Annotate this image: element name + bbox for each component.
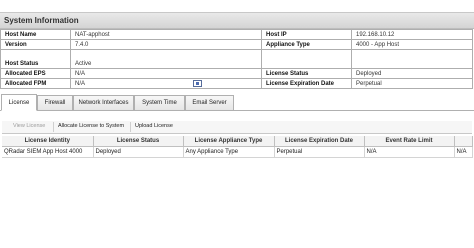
license-expiration-label: License Expiration Date bbox=[261, 78, 352, 89]
license-expiration-cell: Perpetual bbox=[274, 146, 365, 158]
event-rate-limit-cell: N/A bbox=[364, 146, 455, 158]
tab-email-server[interactable]: Email Server bbox=[185, 95, 234, 110]
info-row: Version 7.4.0 Appliance Type 4000 - App … bbox=[0, 39, 473, 50]
appliance-type-value: 4000 - App Host bbox=[351, 39, 473, 50]
license-status-value: Deployed bbox=[351, 68, 473, 79]
tab-system-time[interactable]: System Time bbox=[134, 95, 185, 110]
empty-label bbox=[261, 49, 352, 69]
empty-value bbox=[351, 49, 473, 69]
tab-bar: License Firewall Network Interfaces Syst… bbox=[0, 94, 474, 111]
column-license-status[interactable]: License Status bbox=[93, 136, 184, 147]
table-row[interactable]: QRadar SIEM App Host 4000 Deployed Any A… bbox=[2, 146, 473, 158]
version-label: Version bbox=[0, 39, 71, 50]
license-table: License Identity License Status License … bbox=[2, 136, 473, 158]
host-status-value: Active bbox=[70, 49, 262, 69]
toolbar-separator bbox=[53, 122, 54, 132]
edit-icon[interactable] bbox=[193, 79, 203, 87]
tab-network-interfaces[interactable]: Network Interfaces bbox=[73, 95, 134, 110]
system-info-table: Host Name NAT-apphost Host IP 192.168.10… bbox=[0, 29, 473, 89]
host-name-label: Host Name bbox=[0, 29, 71, 40]
view-license-button[interactable]: View License bbox=[13, 123, 45, 129]
overflow-cell: N/A bbox=[454, 146, 473, 158]
info-row: Allocated EPS N/A License Status Deploye… bbox=[0, 68, 473, 79]
tab-license[interactable]: License bbox=[1, 94, 37, 111]
allocate-license-button[interactable]: Allocate License to System bbox=[58, 123, 124, 129]
license-table-header: License Identity License Status License … bbox=[2, 136, 473, 147]
version-value: 7.4.0 bbox=[70, 39, 262, 50]
allocated-fpm-cell: N/A bbox=[70, 78, 262, 89]
host-name-value: NAT-apphost bbox=[70, 29, 262, 40]
panel-title: System Information bbox=[4, 16, 79, 25]
license-expiration-value: Perpetual bbox=[351, 78, 473, 89]
appliance-type-label: Appliance Type bbox=[261, 39, 352, 50]
license-status-cell: Deployed bbox=[93, 146, 184, 158]
allocated-fpm-label: Allocated FPM bbox=[0, 78, 71, 89]
license-appliance-type-cell: Any Appliance Type bbox=[183, 146, 275, 158]
column-license-identity[interactable]: License Identity bbox=[2, 136, 94, 147]
column-license-expiration-date[interactable]: License Expiration Date bbox=[274, 136, 365, 147]
panel-header: System Information bbox=[0, 12, 474, 29]
license-toolbar: View License Allocate License to System … bbox=[2, 121, 472, 134]
tab-divider bbox=[0, 110, 474, 111]
allocated-eps-value: N/A bbox=[70, 68, 262, 79]
license-identity-cell: QRadar SIEM App Host 4000 bbox=[2, 146, 94, 158]
host-status-label: Host Status bbox=[0, 49, 71, 69]
column-license-appliance-type[interactable]: License Appliance Type bbox=[183, 136, 275, 147]
info-row: Allocated FPM N/A License Expiration Dat… bbox=[0, 78, 473, 89]
column-event-rate-limit[interactable]: Event Rate Limit bbox=[364, 136, 455, 147]
column-overflow[interactable] bbox=[454, 136, 473, 147]
allocated-fpm-value: N/A bbox=[75, 81, 86, 88]
info-row: Host Status Active bbox=[0, 49, 473, 69]
tab-firewall[interactable]: Firewall bbox=[37, 95, 73, 110]
info-row: Host Name NAT-apphost Host IP 192.168.10… bbox=[0, 29, 473, 40]
toolbar-separator bbox=[130, 122, 131, 132]
upload-license-button[interactable]: Upload License bbox=[135, 123, 173, 129]
host-ip-value: 192.168.10.12 bbox=[351, 29, 473, 40]
host-ip-label: Host IP bbox=[261, 29, 352, 40]
allocated-eps-label: Allocated EPS bbox=[0, 68, 71, 79]
license-status-label: License Status bbox=[261, 68, 352, 79]
